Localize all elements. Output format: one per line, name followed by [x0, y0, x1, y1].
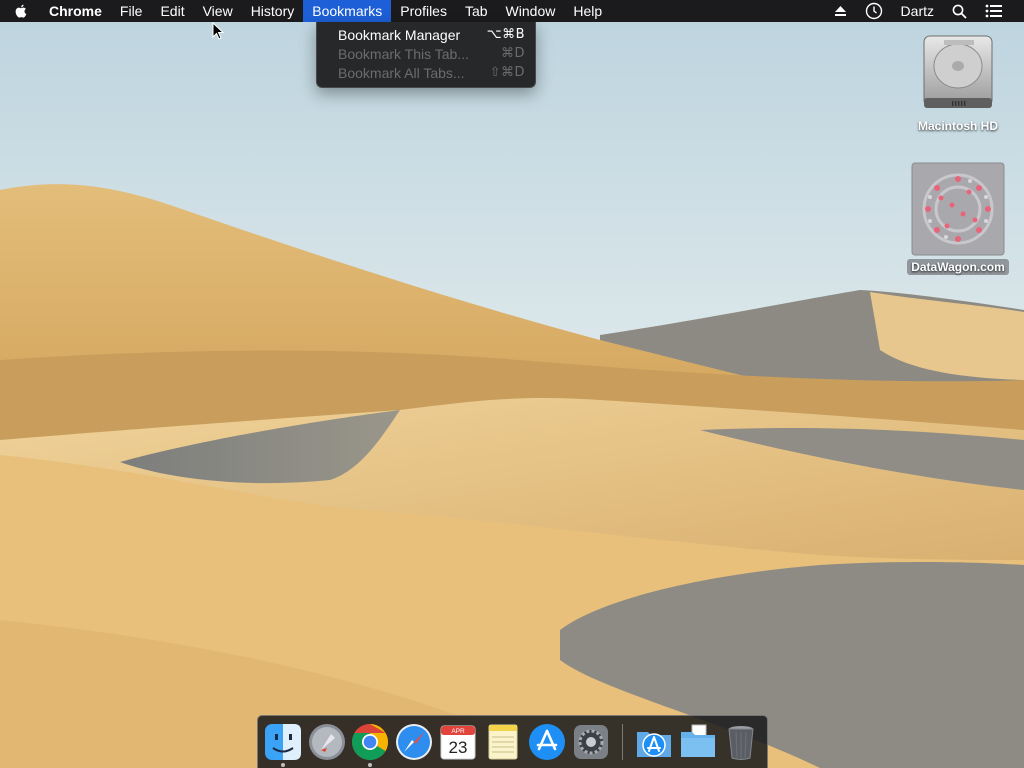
user-name[interactable]: Dartz	[892, 0, 943, 22]
mouse-cursor-icon	[212, 22, 225, 40]
app-store-icon[interactable]	[527, 722, 567, 762]
notes-icon[interactable]	[483, 722, 523, 762]
calendar-month: APR	[451, 728, 465, 735]
menu-history[interactable]: History	[242, 0, 304, 22]
menu-item-label: Bookmark This Tab...	[338, 45, 469, 62]
menu-view[interactable]: View	[194, 0, 242, 22]
menu-item-label: Bookmark All Tabs...	[338, 64, 465, 81]
applications-folder-icon[interactable]	[634, 722, 674, 762]
apple-icon[interactable]	[0, 0, 40, 22]
notification-center-icon[interactable]	[976, 0, 1012, 22]
eject-icon[interactable]	[825, 0, 856, 22]
desktop-icon-label: DataWagon.com	[907, 259, 1009, 275]
dock: APR 23	[257, 715, 768, 768]
menu-item-bookmark-this-tab: Bookmark This Tab... ⌘D	[317, 44, 535, 63]
menu-item-bookmark-all-tabs: Bookmark All Tabs... ⇧⌘D	[317, 63, 535, 82]
menu-bookmarks[interactable]: Bookmarks	[303, 0, 392, 22]
menu-item-bookmark-manager[interactable]: Bookmark Manager ⌥⌘B	[317, 25, 535, 44]
running-indicator	[368, 763, 372, 767]
calendar-icon[interactable]: APR 23	[438, 722, 478, 762]
menu-app-chrome[interactable]: Chrome	[40, 0, 111, 22]
time-machine-icon[interactable]	[856, 0, 892, 22]
menu-item-shortcut: ⌘D	[500, 46, 525, 61]
network-volume-icon	[911, 162, 1005, 256]
safari-icon[interactable]	[394, 722, 434, 762]
desktop-icon-datawagon[interactable]: DataWagon.com	[902, 162, 1014, 275]
running-indicator	[281, 763, 285, 767]
calendar-day: 23	[449, 738, 468, 757]
menu-window[interactable]: Window	[497, 0, 565, 22]
menu-item-label: Bookmark Manager	[338, 26, 461, 43]
spotlight-search-icon[interactable]	[943, 0, 976, 22]
menu-tab[interactable]: Tab	[456, 0, 497, 22]
system-preferences-icon[interactable]	[571, 722, 611, 762]
finder-icon[interactable]	[263, 722, 303, 762]
menu-bar: Chrome File Edit View History Bookmarks …	[0, 0, 1024, 22]
trash-icon[interactable]	[721, 722, 761, 762]
desktop-icon-macintosh-hd[interactable]: Macintosh HD	[906, 32, 1010, 133]
menu-file[interactable]: File	[111, 0, 152, 22]
desktop-wallpaper	[0, 0, 1024, 768]
menu-help[interactable]: Help	[564, 0, 611, 22]
menu-edit[interactable]: Edit	[151, 0, 193, 22]
chrome-icon[interactable]	[350, 722, 390, 762]
hard-drive-icon	[923, 35, 993, 108]
bookmarks-menu: Bookmark Manager ⌥⌘B Bookmark This Tab..…	[316, 22, 536, 88]
menu-profiles[interactable]: Profiles	[391, 0, 456, 22]
menu-item-shortcut: ⇧⌘D	[489, 65, 525, 80]
dock-separator	[622, 724, 623, 760]
downloads-folder-icon[interactable]	[678, 722, 718, 762]
menu-item-shortcut: ⌥⌘B	[486, 27, 525, 42]
launchpad-icon[interactable]	[307, 722, 347, 762]
desktop-icon-label: Macintosh HD	[917, 119, 998, 133]
